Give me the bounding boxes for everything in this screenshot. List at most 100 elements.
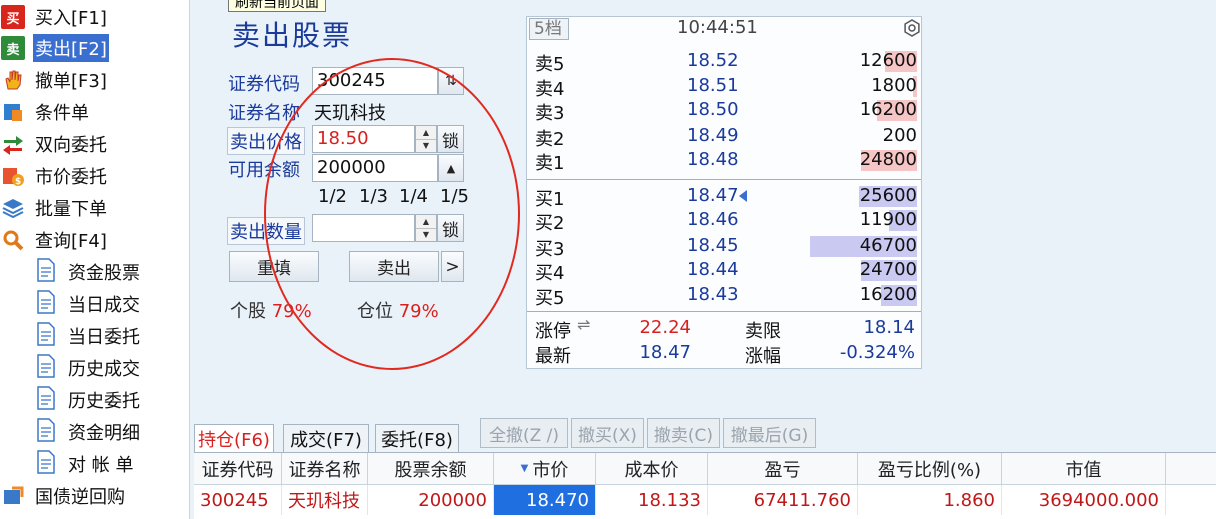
holdings-table: 证券代码 证券名称 股票余额 ▼ 市价 成本价 盈亏 盈亏比例(%) 市值 30…: [194, 452, 1216, 519]
sidebar-item-market-order[interactable]: $ 市价委托: [0, 162, 109, 190]
sidebar-item-batch-order[interactable]: 批量下单: [0, 194, 109, 222]
sidebar-item-buy[interactable]: 买 买入[F1]: [0, 3, 109, 31]
gear-icon[interactable]: [903, 19, 921, 37]
sort-down-icon: ▼: [520, 463, 529, 474]
more-button[interactable]: >: [441, 251, 464, 282]
depth-tab[interactable]: 5档: [529, 18, 569, 40]
chevron-up-icon[interactable]: ▲: [416, 215, 436, 229]
current-price-marker-icon: [739, 190, 747, 202]
sidebar-subitem-history-orders[interactable]: 历史委托: [36, 385, 140, 414]
table-cell[interactable]: 3694000.000: [1002, 485, 1166, 515]
change-value: -0.324%: [839, 342, 915, 363]
sidebar-item-label: 查询[F4]: [35, 231, 107, 252]
qty-label: 卖出数量: [227, 217, 305, 245]
avail-up-button[interactable]: ▲: [438, 154, 464, 182]
chevron-down-icon[interactable]: ▼: [416, 229, 436, 242]
ask-row[interactable]: 卖1 18.48 24800: [527, 148, 921, 174]
ask-row[interactable]: 卖4 18.51 1800: [527, 74, 921, 100]
sidebar-item-conditional[interactable]: 条件单: [0, 98, 91, 126]
repo-icon: [1, 484, 25, 508]
sidebar-item-sell[interactable]: 卖 卖出[F2]: [0, 34, 109, 62]
bid-row[interactable]: 买1 18.47 25600: [527, 184, 921, 210]
document-icon: [36, 417, 56, 447]
bid-price: 18.47: [687, 185, 739, 206]
page-title: 卖出股票: [232, 19, 353, 52]
triangle-up-icon: ▲: [446, 161, 456, 175]
limit-up-value: 22.24: [639, 317, 691, 338]
sidebar-subitem-fund-details[interactable]: 资金明细: [36, 417, 140, 447]
code-input[interactable]: 300245: [312, 67, 438, 95]
avail-label: 可用余额: [228, 160, 300, 181]
sidebar-subitem-history-trades[interactable]: 历史成交: [36, 353, 140, 382]
column-header[interactable]: 成本价: [596, 453, 708, 485]
fraction-third[interactable]: 1/3: [359, 186, 388, 207]
sidebar-subitem-funds-stocks[interactable]: 资金股票: [36, 257, 140, 286]
ask-row[interactable]: 卖2 18.49 200: [527, 124, 921, 150]
name-label: 证券名称: [228, 103, 300, 124]
sidebar-item-label: 国债逆回购: [35, 487, 125, 508]
qty-input[interactable]: [312, 214, 415, 242]
fraction-half[interactable]: 1/2: [318, 186, 347, 207]
swap-icon: ⇅: [445, 73, 457, 89]
fraction-quarter[interactable]: 1/4: [399, 186, 428, 207]
sell-button[interactable]: 卖出: [349, 251, 439, 282]
table-cell-selected[interactable]: 18.470: [494, 485, 596, 515]
cancel-sell-button[interactable]: 撤卖(C): [647, 418, 720, 448]
refresh-tooltip: 刷新当前页面: [228, 0, 326, 12]
column-header[interactable]: 股票余额: [368, 453, 494, 485]
document-icon: [36, 321, 56, 351]
tab-holdings[interactable]: 持仓(F6): [194, 424, 274, 452]
book-divider: [527, 179, 921, 180]
conditional-order-icon: [1, 100, 25, 124]
sidebar-subitem-label: 当日委托: [68, 327, 140, 348]
table-cell[interactable]: 天玑科技: [282, 485, 368, 515]
column-header-sorted[interactable]: ▼ 市价: [494, 453, 596, 485]
cancel-all-button[interactable]: 全撤(Z /): [480, 418, 568, 448]
sidebar-item-two-way[interactable]: 双向委托: [0, 130, 109, 158]
price-input[interactable]: 18.50: [312, 125, 415, 153]
bid-row[interactable]: 买3 18.45 46700: [527, 234, 921, 260]
ask-row[interactable]: 卖3 18.50 16200: [527, 98, 921, 124]
column-header[interactable]: 盈亏比例(%): [858, 453, 1002, 485]
ask-level-label: 卖1: [535, 153, 565, 174]
table-cell[interactable]: 67411.760: [708, 485, 858, 515]
qty-stepper[interactable]: ▲ ▼: [415, 214, 437, 242]
ask-row[interactable]: 卖5 18.52 12600: [527, 49, 921, 75]
cancel-last-button[interactable]: 撤最后(G): [723, 418, 816, 448]
reset-button[interactable]: 重填: [229, 251, 319, 282]
price-lock-button[interactable]: 锁: [437, 125, 464, 153]
tab-trades[interactable]: 成交(F7): [283, 424, 369, 452]
bid-row[interactable]: 买5 18.43 16200: [527, 283, 921, 309]
sidebar-item-label: 市价委托: [35, 167, 107, 188]
limit-up-label: 涨停: [535, 321, 571, 342]
bid-row[interactable]: 买2 18.46 11900: [527, 208, 921, 234]
sidebar-subitem-statement[interactable]: 对 帐 单: [36, 449, 133, 478]
tab-orders[interactable]: 委托(F8): [375, 424, 459, 452]
price-label: 卖出价格: [227, 127, 305, 155]
table-cell[interactable]: 1.860: [858, 485, 1002, 515]
sidebar-subitem-today-trades[interactable]: 当日成交: [36, 289, 140, 318]
sidebar-item-cancel[interactable]: 撤单[F3]: [0, 66, 109, 94]
bid-price: 18.44: [687, 259, 739, 280]
table-cell[interactable]: 18.133: [596, 485, 708, 515]
stock-position-value: 79%: [271, 301, 312, 322]
column-header[interactable]: 证券代码: [194, 453, 282, 485]
code-dropdown-button[interactable]: ⇅: [438, 67, 464, 95]
column-header[interactable]: 盈亏: [708, 453, 858, 485]
fraction-fifth[interactable]: 1/5: [440, 186, 469, 207]
bid-row[interactable]: 买4 18.44 24700: [527, 258, 921, 284]
price-stepper[interactable]: ▲ ▼: [415, 125, 437, 153]
sidebar-item-query[interactable]: 查询[F4]: [0, 226, 109, 254]
sidebar-item-repo[interactable]: 国债逆回购: [0, 482, 127, 510]
table-cell[interactable]: 200000: [368, 485, 494, 515]
column-header[interactable]: 市值: [1002, 453, 1166, 485]
qty-lock-button[interactable]: 锁: [437, 214, 464, 242]
chevron-down-icon[interactable]: ▼: [416, 140, 436, 153]
column-header-empty: [1166, 453, 1216, 485]
chevron-up-icon[interactable]: ▲: [416, 126, 436, 140]
code-label: 证券代码: [228, 74, 300, 95]
cancel-buy-button[interactable]: 撤买(X): [571, 418, 644, 448]
table-cell[interactable]: 300245: [194, 485, 282, 515]
column-header[interactable]: 证券名称: [282, 453, 368, 485]
sidebar-subitem-today-orders[interactable]: 当日委托: [36, 321, 140, 351]
